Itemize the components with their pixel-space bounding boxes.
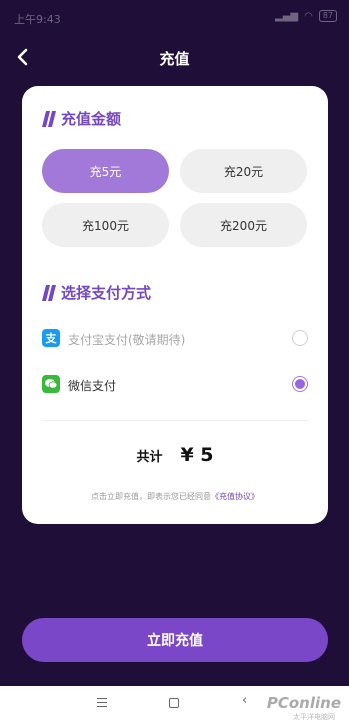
- total-row: 共计 ¥ 5: [22, 444, 328, 466]
- payment-label-alipay: 支付宝支付(敬请期待): [68, 333, 186, 347]
- double-slash-icon: [42, 284, 56, 301]
- home-icon[interactable]: [169, 698, 179, 708]
- watermark-subtitle: 太平洋电脑网: [293, 713, 335, 721]
- watermark-logo: PConline: [266, 694, 341, 712]
- amount-section-label: 充值金额: [61, 110, 122, 128]
- total-value: ¥ 5: [180, 444, 214, 466]
- agreement-link[interactable]: 《充值协议》: [211, 492, 259, 501]
- recharge-now-button[interactable]: 立即充值: [22, 618, 328, 662]
- payment-label-wechat: 微信支付: [68, 379, 117, 393]
- wechat-icon: [42, 375, 60, 393]
- radio-alipay[interactable]: [292, 330, 308, 346]
- divider: [42, 420, 308, 421]
- radio-wechat[interactable]: [292, 376, 308, 392]
- amount-option-20[interactable]: 充20元: [180, 149, 307, 193]
- payment-section-label: 选择支付方式: [61, 284, 152, 302]
- status-icons: ▂▄▆ ◠ 87: [275, 10, 337, 22]
- amount-section-title: 充值金额: [42, 108, 121, 129]
- signal-icon: ▂▄▆: [275, 10, 299, 22]
- radio-dot: [295, 379, 305, 389]
- amount-option-100[interactable]: 充100元: [42, 203, 169, 247]
- payment-section-title: 选择支付方式: [42, 282, 151, 303]
- agreement-prefix: 点击立即充值，即表示您已经同意: [91, 492, 211, 501]
- navbar: 充值: [0, 38, 349, 76]
- menu-icon[interactable]: [97, 698, 107, 710]
- status-bar: 上午9:43 ▂▄▆ ◠ 87: [0, 0, 349, 34]
- amount-option-5[interactable]: 充5元: [42, 149, 169, 193]
- double-slash-icon: [42, 110, 56, 127]
- payment-option-alipay[interactable]: 支 支付宝支付(敬请期待): [42, 325, 308, 353]
- total-label: 共计: [136, 450, 163, 465]
- page-title: 充值: [159, 50, 190, 68]
- payment-option-wechat[interactable]: 微信支付: [42, 371, 308, 399]
- alipay-icon: 支: [42, 329, 60, 347]
- status-time: 上午9:43: [14, 13, 61, 26]
- battery-icon: 87: [318, 10, 337, 22]
- wifi-icon: ◠: [304, 10, 313, 22]
- back-nav-icon[interactable]: ‹: [242, 693, 247, 708]
- agreement-text: 点击立即充值，即表示您已经同意《充值协议》: [22, 491, 328, 502]
- amount-option-200[interactable]: 充200元: [180, 203, 307, 247]
- recharge-card: 充值金额 充5元 充20元 充100元 充200元 选择支付方式 支 支付宝支付…: [22, 86, 328, 524]
